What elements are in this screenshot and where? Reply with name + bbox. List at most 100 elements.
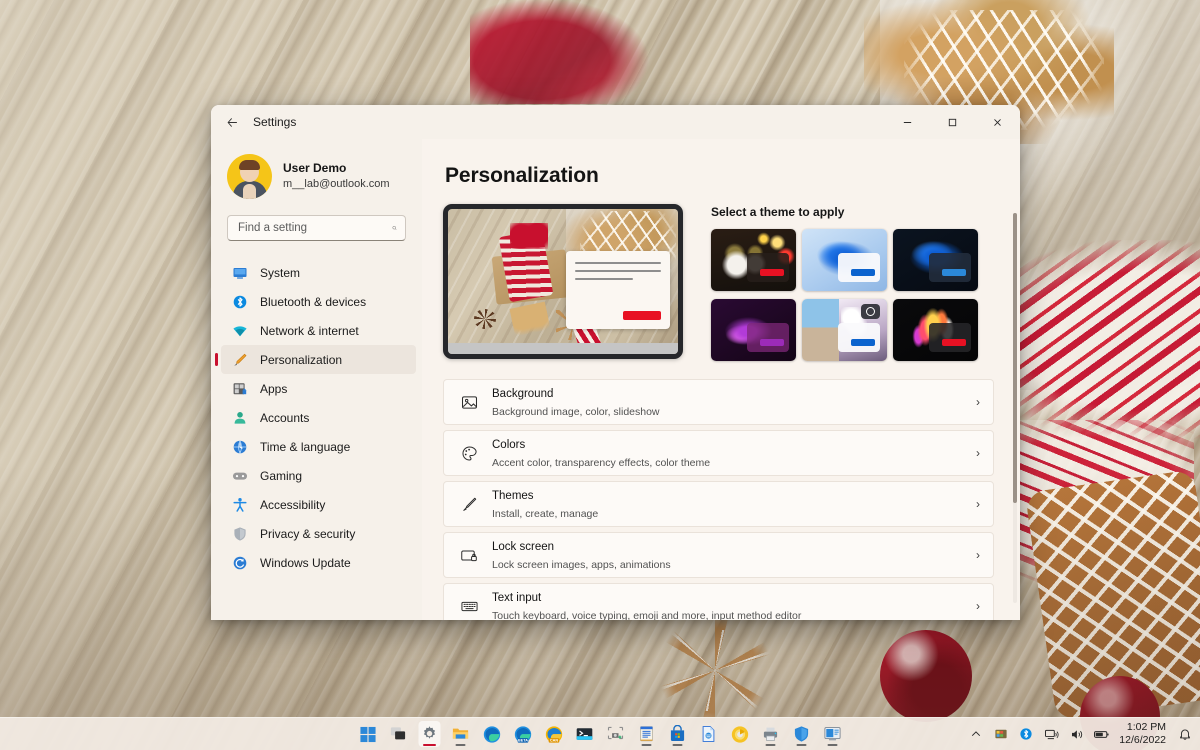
maximize-button[interactable]	[930, 105, 975, 139]
start-button[interactable]	[357, 721, 379, 747]
notification-bell-icon[interactable]	[1176, 725, 1194, 743]
sidebar-item-privacy-security[interactable]: Privacy & security	[221, 519, 416, 548]
app-running-indicator	[641, 743, 652, 746]
page-title: Personalization	[445, 164, 599, 187]
edge-beta-button[interactable]: BETA	[512, 721, 534, 747]
wallpaper-red-bow	[470, 0, 650, 104]
search-input[interactable]	[238, 222, 392, 234]
microsoft-store-button[interactable]	[667, 721, 689, 747]
gear-icon	[423, 726, 436, 739]
sidebar-item-accounts[interactable]: Accounts	[221, 403, 416, 432]
theme-card-flow[interactable]	[893, 299, 978, 361]
volume-tray-icon[interactable]	[1067, 725, 1085, 743]
sidebar-item-label: Windows Update	[260, 555, 351, 570]
theme-card-windows-dark[interactable]	[893, 229, 978, 291]
scrollbar-thumb[interactable]	[1013, 213, 1017, 503]
security-button[interactable]	[791, 721, 813, 747]
svg-text:BETA: BETA	[517, 738, 527, 742]
network-tray-icon[interactable]	[1042, 725, 1060, 743]
apps-icon	[231, 380, 248, 397]
theme-card-captured-motion[interactable]	[802, 299, 887, 361]
search-box[interactable]	[227, 215, 406, 241]
account-name: User Demo	[283, 160, 347, 175]
settings-card-background[interactable]: Background Background image, color, slid…	[443, 379, 994, 425]
store-icon	[670, 725, 685, 741]
edge-beta-icon: BETA	[514, 725, 531, 743]
theme-card-windows-light[interactable]	[802, 229, 887, 291]
windows-start-icon	[359, 726, 376, 742]
window-titlebar[interactable]: Settings	[211, 105, 1020, 139]
sidebar-item-label: Network & internet	[260, 323, 359, 338]
task-view-icon	[390, 727, 406, 740]
close-button[interactable]	[975, 105, 1020, 139]
snipping-tool-button[interactable]	[605, 721, 627, 747]
shield-icon	[231, 525, 248, 542]
account-section[interactable]: User Demo m__lab@outlook.com	[211, 139, 422, 201]
card-subtitle: Touch keyboard, voice typing, emoji and …	[492, 609, 802, 620]
main-scrollbar[interactable]	[1013, 213, 1017, 603]
card-subtitle: Accent color, transparency effects, colo…	[492, 456, 711, 469]
desktop-preview-monitor	[443, 204, 683, 359]
sidebar-item-system[interactable]: System	[221, 258, 416, 287]
settings-card-colors[interactable]: Colors Accent color, transparency effect…	[443, 430, 994, 476]
bluetooth-icon	[231, 293, 248, 310]
theme-card-christmas[interactable]	[711, 229, 796, 291]
minimize-button[interactable]	[885, 105, 930, 139]
chevron-right-icon: ›	[976, 395, 980, 409]
battery-tray-icon[interactable]	[1092, 725, 1110, 743]
bluetooth-tray-icon[interactable]	[1017, 725, 1035, 743]
sidebar-item-time-language[interactable]: Time & language	[221, 432, 416, 461]
preview-taskbar	[448, 343, 678, 354]
taskbar-clock[interactable]: 1:02 PM 12/6/2022	[1117, 721, 1169, 747]
back-button[interactable]	[217, 108, 247, 136]
sidebar-item-bluetooth-devices[interactable]: Bluetooth & devices	[221, 287, 416, 316]
notepad-button[interactable]	[636, 721, 658, 747]
theme-card-glow[interactable]	[711, 299, 796, 361]
terminal-button[interactable]	[574, 721, 596, 747]
sidebar-item-label: Accounts	[260, 410, 310, 425]
settings-card-text-input[interactable]: Text input Touch keyboard, voice typing,…	[443, 583, 994, 620]
task-view-button[interactable]	[388, 721, 410, 747]
microsoft-edge-button[interactable]	[481, 721, 503, 747]
update-icon	[231, 554, 248, 571]
card-subtitle: Background image, color, slideshow	[492, 405, 660, 418]
window-title: Settings	[253, 115, 297, 129]
sidebar-item-label: Time & language	[260, 439, 351, 454]
chevron-right-icon: ›	[976, 497, 980, 511]
settings-card-themes[interactable]: Themes Install, create, manage ›	[443, 481, 994, 527]
printer-button[interactable]	[760, 721, 782, 747]
remote-desktop-icon	[824, 727, 841, 741]
chevron-up-icon[interactable]	[967, 725, 985, 743]
person-icon	[231, 409, 248, 426]
sidebar-item-network-internet[interactable]: Network & internet	[221, 316, 416, 345]
wifi-icon	[231, 322, 248, 339]
avatar[interactable]	[227, 153, 272, 199]
sidebar-item-label: Personalization	[260, 352, 343, 367]
onedrive-tray-icon[interactable]	[992, 725, 1010, 743]
settings-card-lock-screen[interactable]: Lock screen Lock screen images, apps, an…	[443, 532, 994, 578]
sidebar-item-windows-update[interactable]: Windows Update	[221, 548, 416, 577]
card-title: Themes	[492, 490, 534, 503]
file-explorer-button[interactable]	[450, 721, 472, 747]
sidebar-item-personalization[interactable]: Personalization	[215, 345, 416, 374]
app-running-indicator	[765, 743, 776, 746]
search-icon	[392, 226, 397, 230]
maximize-icon	[948, 118, 957, 126]
remote-desktop-button[interactable]	[822, 721, 844, 747]
gamepad-icon	[231, 467, 248, 484]
chrome-canary-button[interactable]	[729, 721, 751, 747]
settings-card-list: Background Background image, color, slid…	[443, 379, 994, 620]
taskbar: BETA CAN 1:02 PM 12/6/2022	[0, 717, 1200, 750]
chevron-right-icon: ›	[976, 446, 980, 460]
word-button[interactable]	[698, 721, 720, 747]
sidebar-nav-list: System Bluetooth & devices Network & int…	[211, 258, 422, 577]
card-text: Lock screen Lock screen images, apps, an…	[492, 538, 976, 571]
account-email: m__lab@outlook.com	[283, 177, 390, 190]
edge-canary-button[interactable]: CAN	[543, 721, 565, 747]
sidebar-item-accessibility[interactable]: Accessibility	[221, 490, 416, 519]
settings-main-pane: Personalization Select a theme to apply …	[422, 139, 1020, 620]
sidebar-item-gaming[interactable]: Gaming	[221, 461, 416, 490]
sidebar-item-apps[interactable]: Apps	[221, 374, 416, 403]
settings-app-button[interactable]	[418, 721, 441, 747]
preview-and-themes-row: Select a theme to apply	[443, 204, 994, 361]
